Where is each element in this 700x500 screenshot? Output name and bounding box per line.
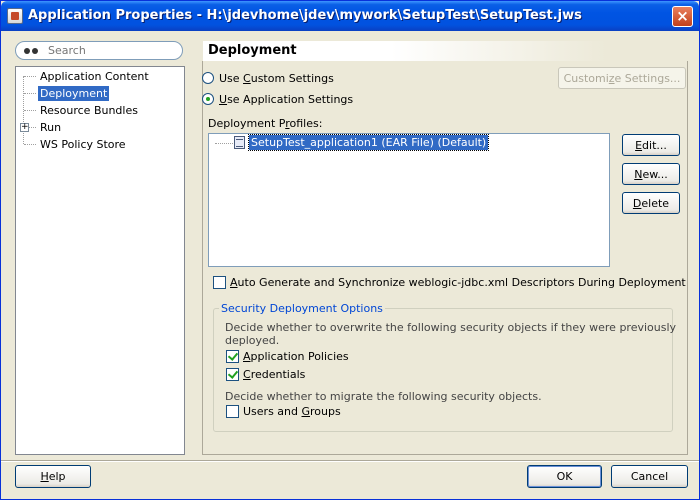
expand-icon[interactable]: + [20, 123, 29, 132]
application-properties-dialog: Application Properties - H:\jdevhome\jde… [0, 0, 700, 500]
radio-button[interactable] [202, 72, 214, 84]
ok-button[interactable]: OK [527, 465, 602, 488]
search-box[interactable] [15, 41, 183, 60]
deployment-profiles-list[interactable]: SetupTest_application1 (EAR File) (Defau… [208, 133, 610, 267]
deployment-profiles-label: Deployment Profiles: [208, 117, 323, 130]
tree-item-label: WS Policy Store [40, 138, 126, 151]
help-button[interactable]: Help [15, 465, 91, 488]
binoculars-icon [24, 45, 40, 56]
category-tree: Application Content Deployment Resource … [15, 66, 185, 455]
search-input[interactable] [48, 43, 168, 58]
radio-button[interactable] [202, 93, 214, 105]
security-options-legend: Security Deployment Options [219, 302, 385, 315]
cancel-button[interactable]: Cancel [611, 465, 688, 488]
tree-item-label: Resource Bundles [40, 104, 138, 117]
edit-button[interactable]: Edit... [622, 134, 680, 156]
migrate-description: Decide whether to migrate the following … [225, 390, 542, 403]
customize-settings-button[interactable]: Customize Settings... [558, 67, 686, 89]
page-title-text: Deployment [208, 43, 297, 58]
window-title: Application Properties - H:\jdevhome\jde… [28, 8, 582, 23]
checkbox[interactable] [226, 405, 239, 418]
checkbox[interactable] [226, 368, 239, 381]
checkbox[interactable] [226, 350, 239, 363]
page-title: Deployment [203, 41, 607, 61]
profile-file-icon [234, 136, 245, 149]
tree-item-label: Run [40, 121, 62, 134]
close-button[interactable]: × [672, 6, 693, 27]
checkbox[interactable] [213, 276, 226, 289]
tree-item-label: Application Content [40, 70, 149, 83]
profile-list-item[interactable]: SetupTest_application1 (EAR File) (Defau… [247, 134, 490, 151]
footer-divider [1, 460, 699, 462]
delete-button[interactable]: Delete [622, 192, 680, 214]
tree-item-label: Deployment [38, 86, 110, 101]
title-bar[interactable]: Application Properties - H:\jdevhome\jde… [1, 1, 699, 31]
app-icon [7, 8, 23, 24]
overwrite-description: Decide whether to overwrite the followin… [225, 321, 677, 347]
new-button[interactable]: New... [622, 163, 680, 185]
